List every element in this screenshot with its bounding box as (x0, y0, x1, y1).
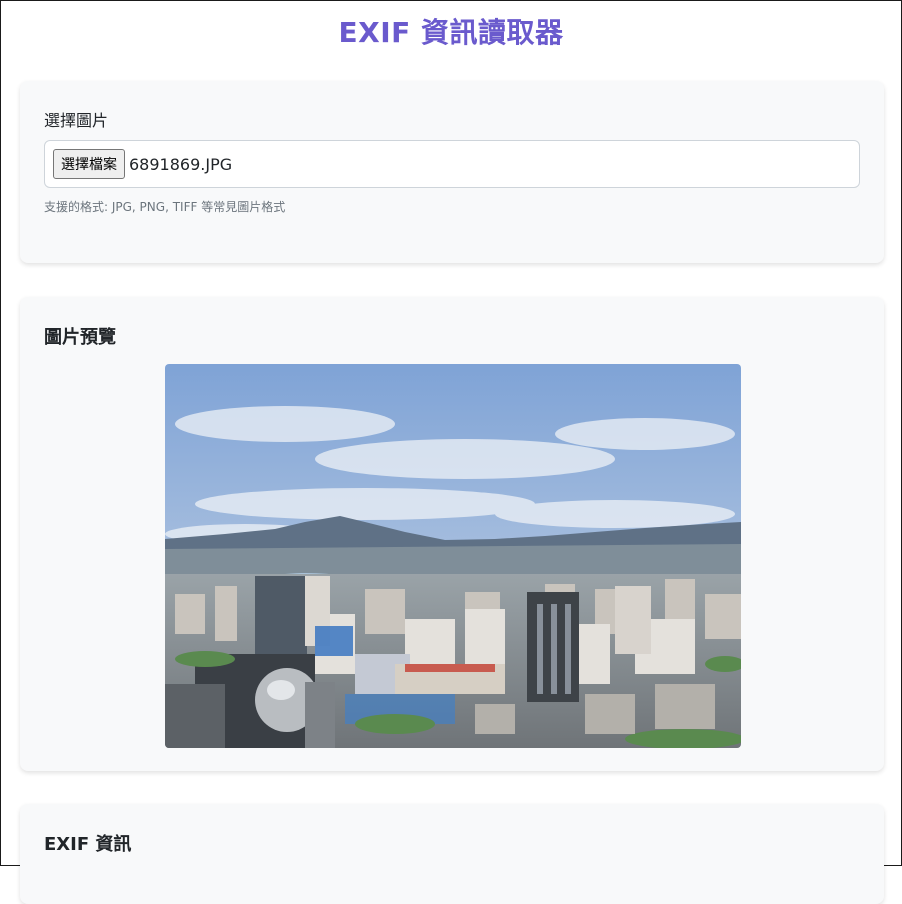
choose-file-button[interactable]: 選擇檔案 (53, 149, 125, 179)
upload-card: 選擇圖片 選擇檔案 6891869.JPG 支援的格式: JPG, PNG, T… (20, 81, 884, 263)
selected-file-name: 6891869.JPG (129, 154, 233, 174)
exif-title: EXIF 資訊 (44, 834, 132, 855)
preview-card: 圖片預覽 (20, 297, 884, 771)
exif-card: EXIF 資訊 (20, 804, 884, 904)
file-input[interactable]: 選擇檔案 6891869.JPG (44, 140, 860, 188)
image-select-label: 選擇圖片 (44, 111, 109, 130)
page-title: EXIF 資訊讀取器 (338, 16, 564, 49)
supported-formats-hint: 支援的格式: JPG, PNG, TIFF 等常見圖片格式 (44, 200, 286, 214)
preview-title: 圖片預覽 (44, 327, 116, 348)
preview-image (165, 364, 741, 748)
